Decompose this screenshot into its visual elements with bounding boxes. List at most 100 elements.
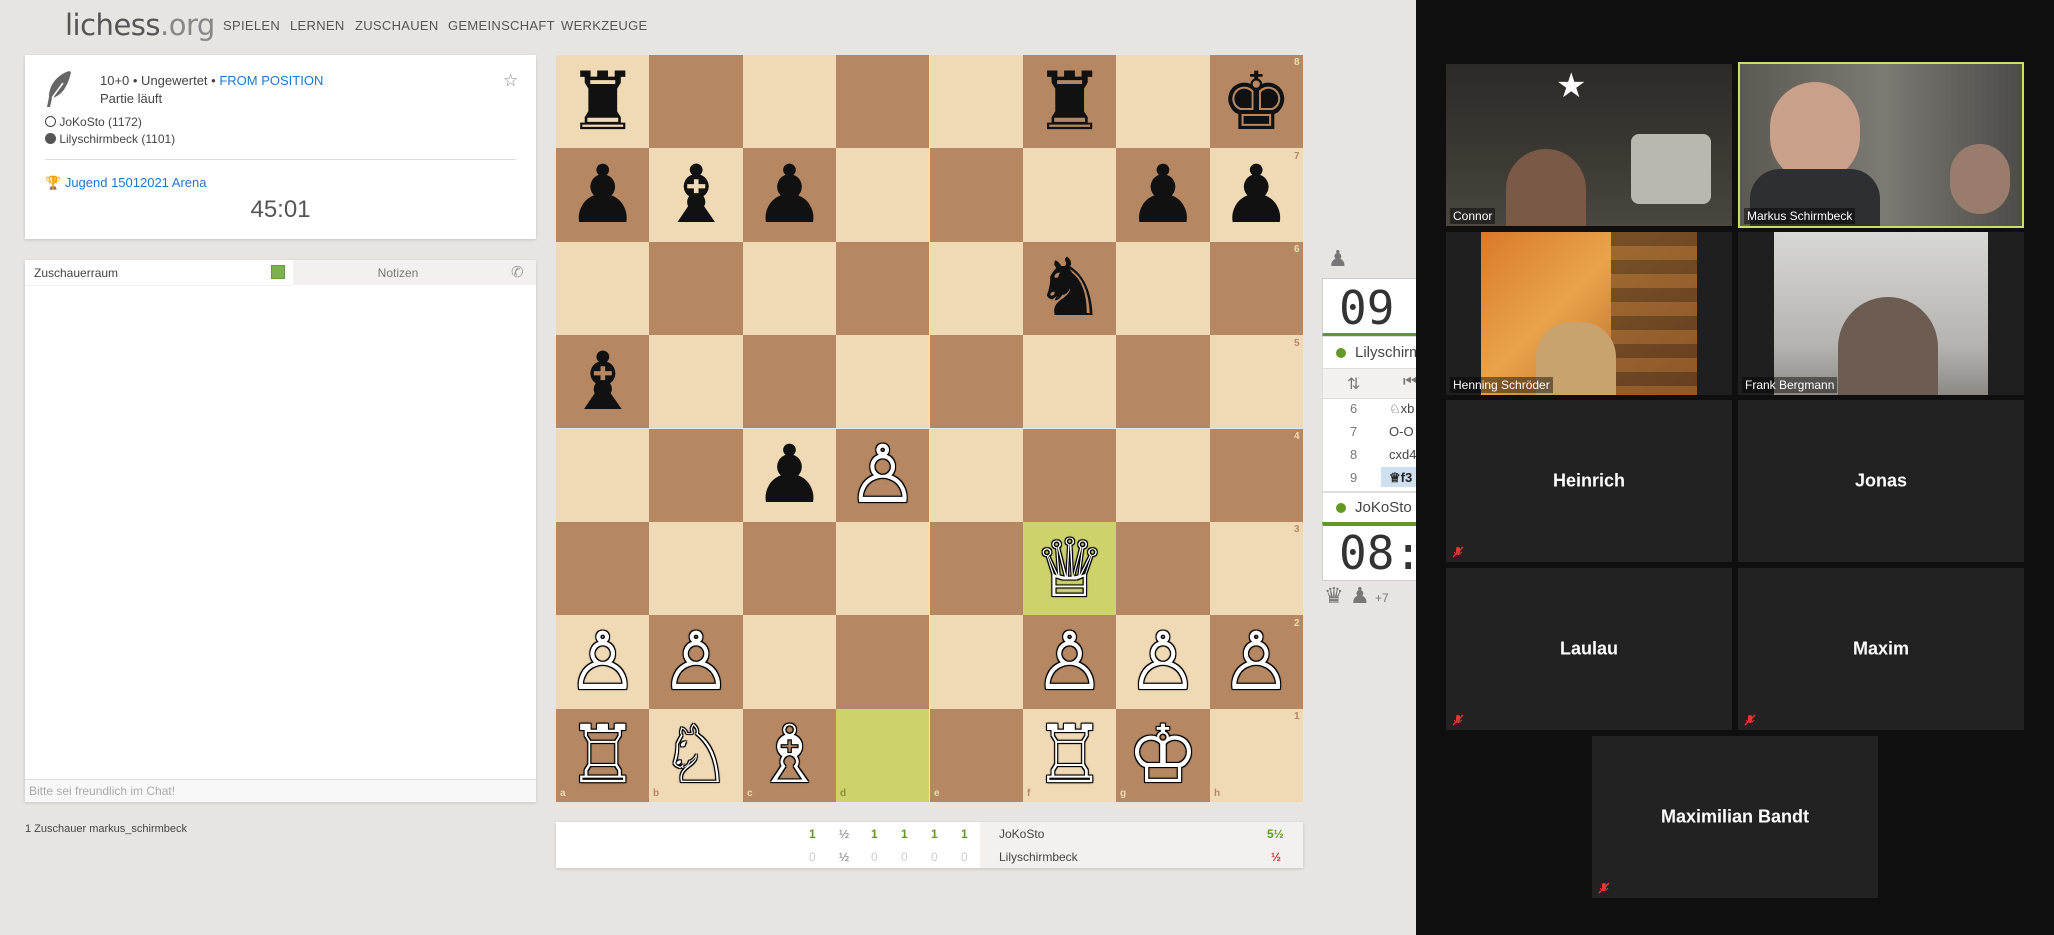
tournament-link[interactable]: 🏆 Jugend 15012021 Arena — [45, 175, 207, 191]
move-controls: ⇅ ⏮ — [1322, 368, 1424, 400]
nav-gemeinschaft[interactable]: GEMEINSCHAFT — [448, 18, 555, 33]
rank-label-3: 3 — [1294, 524, 1300, 535]
ct-r2-c6[interactable]: 0 — [961, 850, 968, 864]
video-tile-maximilian-bandt[interactable]: Maximilian Bandt — [1592, 736, 1878, 898]
captured-queen-icon: ♛ — [1324, 583, 1344, 608]
file-label-f: f — [1027, 788, 1031, 799]
black-bishop-b7[interactable]: ♝ — [649, 148, 742, 241]
black-player-row[interactable]: Lilyschirmbeck (1101) — [45, 132, 175, 146]
ct-r1-c6[interactable]: 1 — [961, 827, 968, 841]
ct-r1-c2[interactable]: ½ — [839, 827, 849, 841]
white-pawn-f2[interactable]: ♙ — [1023, 615, 1116, 708]
move-9[interactable]: ♕f3 — [1389, 470, 1412, 486]
participant-name: Heinrich — [1552, 470, 1626, 491]
black-pawn-c4[interactable]: ♟ — [743, 429, 836, 522]
chat-toggle-checkbox[interactable] — [271, 265, 285, 279]
trophy-icon: 🏆 — [45, 175, 62, 190]
nav-spielen[interactable]: SPIELEN — [223, 18, 280, 33]
file-label-g: g — [1120, 788, 1127, 799]
video-tile-markus-schirmbeck[interactable]: Markus Schirmbeck — [1738, 62, 2024, 228]
tab-notizen-label: Notizen — [377, 266, 419, 280]
ct-r2-c3[interactable]: 0 — [871, 850, 878, 864]
ct-r1-c1[interactable]: 1 — [809, 827, 816, 841]
white-bishop-c1[interactable]: ♗ — [743, 709, 836, 802]
black-knight-f6[interactable]: ♞ — [1023, 242, 1116, 335]
black-bishop-a5[interactable]: ♝ — [556, 335, 649, 428]
ct-r1-c3[interactable]: 1 — [871, 827, 878, 841]
muted-mic-icon — [1744, 714, 1756, 726]
black-pawn-c7[interactable]: ♟ — [743, 148, 836, 241]
top-clock-time: 09 — [1339, 281, 1395, 335]
muted-mic-icon — [1598, 882, 1610, 894]
white-pawn-a2[interactable]: ♙ — [556, 615, 649, 708]
ct-r1-c4[interactable]: 1 — [901, 827, 908, 841]
participant-name: Connor — [1450, 208, 1496, 224]
move-num-7: 7 — [1350, 424, 1358, 439]
nav-zuschauen[interactable]: ZUSCHAUEN — [355, 18, 439, 33]
black-rook-f8[interactable]: ♜ — [1023, 55, 1116, 148]
bottom-player-row[interactable]: JoKoSto — [1322, 492, 1424, 524]
video-tile-heinrich[interactable]: Heinrich — [1446, 400, 1732, 562]
ct-r2-c5[interactable]: 0 — [931, 850, 938, 864]
video-tile-maxim[interactable]: Maxim — [1738, 568, 2024, 730]
chat-input[interactable]: Bitte sei freundlich im Chat! — [25, 779, 536, 802]
lichess-logo[interactable]: lichess.org — [65, 8, 215, 42]
nav-werkzeuge[interactable]: WERKZEUGE — [561, 18, 647, 33]
participant-name: Markus Schirmbeck — [1744, 208, 1856, 224]
white-circle-icon — [45, 116, 56, 127]
ct-r2-c1[interactable]: 0 — [809, 850, 816, 864]
chess-board[interactable]: ♜ ♜ ♚ ♟ ♝ ♟ ♟ ♟ ♞ ♝ ♟ ♙ ♕ ♙ ♙ ♙ ♙ ♙ ♖ ♘ … — [556, 55, 1303, 802]
white-knight-b1[interactable]: ♘ — [649, 709, 742, 802]
video-tile-connor[interactable]: ★ Connor — [1446, 64, 1732, 226]
nav-lernen[interactable]: LERNEN — [290, 18, 345, 33]
tab-zuschauerraum[interactable]: Zuschauerraum — [25, 260, 293, 286]
game-setup-line: 10+0 • Ungewertet • FROM POSITION — [100, 73, 323, 88]
black-pawn-g7[interactable]: ♟ — [1116, 148, 1209, 241]
from-position-link[interactable]: FROM POSITION — [219, 73, 323, 88]
bottom-player-name: JoKoSto — [1355, 499, 1412, 516]
file-label-d: d — [840, 788, 847, 799]
video-tile-laulau[interactable]: Laulau — [1446, 568, 1732, 730]
top-player-row[interactable]: Lilyschirm — [1322, 336, 1424, 370]
online-dot-icon — [1336, 503, 1346, 513]
video-tile-jonas[interactable]: Jonas — [1738, 400, 2024, 562]
move-8[interactable]: cxd4 — [1389, 447, 1416, 462]
crosstable: 1 ½ 1 1 1 1 0 ½ 0 0 0 0 JoKoSto Lilyschi… — [556, 822, 1303, 868]
feather-icon — [47, 71, 71, 107]
tab-notizen[interactable]: Notizen ✆ — [293, 260, 536, 285]
tab-zuschauerraum-label: Zuschauerraum — [34, 266, 119, 280]
file-label-h: h — [1214, 788, 1221, 799]
ct-r2-c2[interactable]: ½ — [839, 850, 849, 864]
ct-player1[interactable]: JoKoSto — [999, 827, 1044, 841]
flip-board-icon[interactable]: ⇅ — [1347, 374, 1360, 394]
bottom-clock: 08: — [1322, 522, 1424, 581]
video-tile-henning-schroeder[interactable]: Henning Schröder — [1446, 232, 1732, 395]
ct-r2-c4[interactable]: 0 — [901, 850, 908, 864]
black-pawn-h7[interactable]: ♟ — [1210, 148, 1303, 241]
phone-icon[interactable]: ✆ — [511, 263, 524, 281]
white-rook-f1[interactable]: ♖ — [1023, 709, 1116, 802]
move-list: 6 ♘xb 7 O-O 8 cxd4 9 ♕f3 — [1322, 398, 1424, 492]
white-pawn-b2[interactable]: ♙ — [649, 615, 742, 708]
move-6[interactable]: ♘xb — [1389, 401, 1414, 417]
black-king-h8[interactable]: ♚ — [1210, 55, 1303, 148]
white-king-g1[interactable]: ♔ — [1116, 709, 1209, 802]
rank-label-5: 5 — [1294, 338, 1300, 349]
white-queen-f3[interactable]: ♕ — [1023, 522, 1116, 615]
black-pawn-a7[interactable]: ♟ — [556, 148, 649, 241]
ct-player2[interactable]: Lilyschirmbeck — [999, 850, 1078, 864]
white-player-row[interactable]: JoKoSto (1172) — [45, 115, 142, 129]
move-7[interactable]: O-O — [1389, 424, 1414, 439]
ct-r1-c5[interactable]: 1 — [931, 827, 938, 841]
chess-figurines — [1631, 134, 1711, 204]
bookmark-star-icon[interactable]: ☆ — [503, 71, 518, 91]
black-rook-a8[interactable]: ♜ — [556, 55, 649, 148]
video-tile-frank-bergmann[interactable]: Frank Bergmann — [1738, 232, 2024, 395]
white-pawn-d4[interactable]: ♙ — [836, 429, 929, 522]
white-rook-a1[interactable]: ♖ — [556, 709, 649, 802]
black-circle-icon — [45, 133, 56, 144]
white-pawn-g2[interactable]: ♙ — [1116, 615, 1209, 708]
person-face — [1770, 82, 1860, 182]
star-decoration-icon: ★ — [1556, 67, 1587, 105]
white-pawn-h2[interactable]: ♙ — [1210, 615, 1303, 708]
